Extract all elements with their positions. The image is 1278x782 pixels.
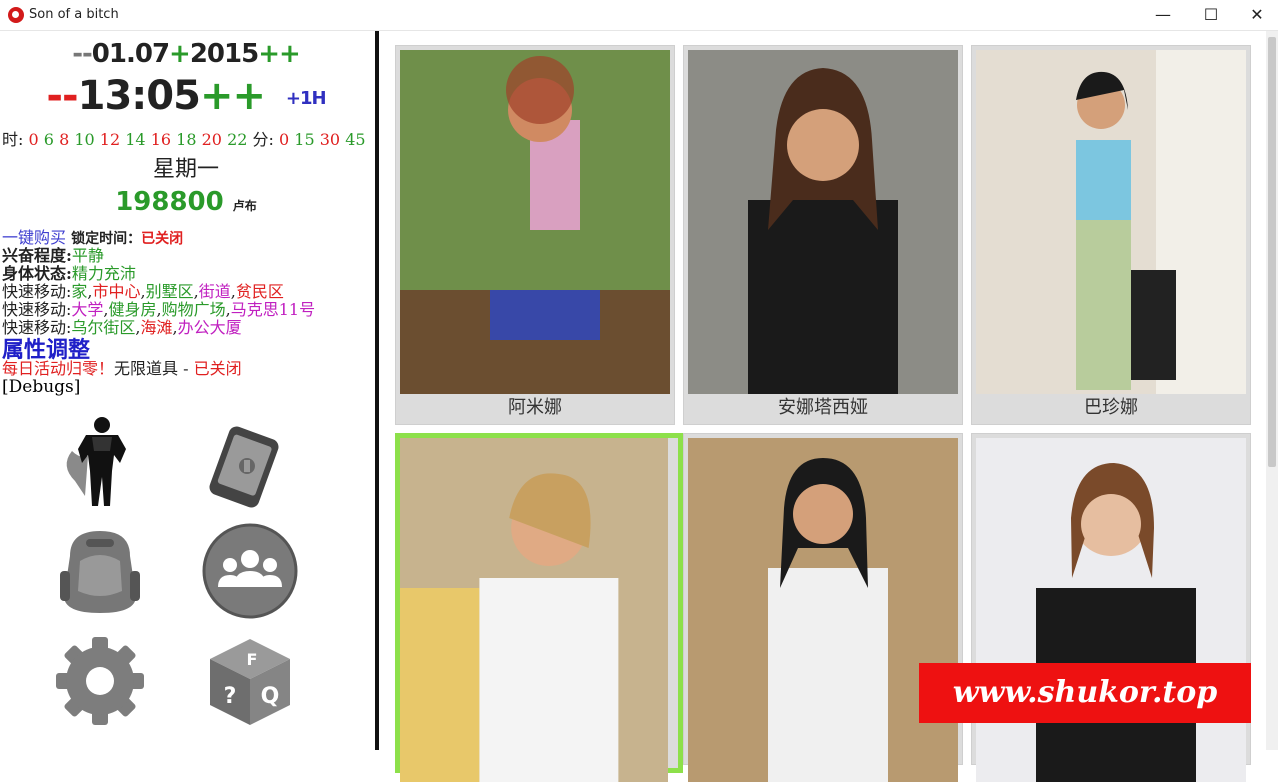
faq-cube-icon[interactable]: F ? Q	[200, 631, 300, 731]
travel-downtown[interactable]: 市中心	[93, 282, 141, 301]
time-back-button[interactable]: --	[46, 73, 78, 119]
excitement-value: 平静	[71, 246, 104, 265]
hour-option[interactable]: 8	[59, 130, 69, 149]
fast-travel-label: 快速移动:	[2, 300, 72, 319]
time-forward-button[interactable]: ++	[200, 73, 266, 119]
panel-divider	[375, 31, 379, 750]
infinite-items-label: 无限道具 -	[114, 359, 194, 378]
character-portrait	[688, 438, 958, 782]
lock-time-label: 锁定时间：	[71, 231, 142, 247]
time-display: --13:05++ +1H	[0, 73, 372, 119]
watermark: www.shukor.top	[919, 663, 1251, 723]
character-card-selected[interactable]	[395, 433, 683, 782]
hour-option[interactable]: 10	[74, 130, 94, 149]
hour-option[interactable]: 6	[44, 130, 54, 149]
lock-time-toggle[interactable]: 已关闭	[141, 231, 183, 247]
character-portrait	[400, 50, 670, 394]
scrollbar[interactable]	[1266, 31, 1278, 750]
fast-travel-line-3: 快速移动:乌尔街区,海滩,办公大厦	[2, 318, 242, 337]
body-line: 身体状态:精力充沛	[2, 265, 136, 283]
body-value: 精力充沛	[71, 264, 136, 283]
travel-street[interactable]: 街道	[199, 282, 231, 301]
date-back-button[interactable]: --	[72, 39, 93, 69]
character-card-amina[interactable]: 阿米娜	[395, 45, 675, 425]
fast-travel-label: 快速移动:	[2, 318, 72, 337]
travel-ul-district[interactable]: 乌尔街区	[71, 318, 135, 337]
character-card-anastasia[interactable]: 安娜塔西娅	[683, 45, 963, 425]
money-unit: 卢布	[232, 199, 257, 213]
year-value: 2015	[189, 39, 259, 69]
travel-office[interactable]: 办公大厦	[178, 318, 242, 337]
minimize-button[interactable]: —	[1140, 0, 1186, 30]
status-panel: --01.07+2015++ --13:05++ +1H 时: 0 6 8 10…	[0, 31, 372, 750]
hour-selector: 时: 0 6 8 10 12 14 16 18 20 22 分: 0 15 30…	[2, 126, 374, 150]
character-portrait	[976, 50, 1246, 394]
buy-all-button[interactable]: 一键购买	[2, 228, 66, 247]
hour-option[interactable]: 0	[29, 130, 39, 149]
minute-option[interactable]: 30	[320, 130, 340, 149]
fast-travel-label: 快速移动:	[2, 282, 72, 301]
travel-slum[interactable]: 贫民区	[236, 282, 284, 301]
phone-icon[interactable]	[200, 411, 300, 511]
hour-option[interactable]: 22	[227, 130, 247, 149]
character-portrait	[688, 50, 958, 394]
weekday: 星期一	[152, 157, 219, 182]
travel-gym[interactable]: 健身房	[109, 300, 157, 319]
debugs-link[interactable]: [Debugs]	[2, 378, 80, 396]
travel-mall[interactable]: 购物广场	[162, 300, 226, 319]
character-portrait	[400, 438, 668, 782]
skip-hour-button[interactable]: +1H	[286, 88, 327, 109]
minute-option[interactable]: 0	[279, 130, 289, 149]
travel-marx-11[interactable]: 马克思11号	[231, 300, 315, 319]
daily-reset-button[interactable]: 每日活动归零！	[2, 359, 114, 378]
money-display: 198800 卢布	[0, 187, 372, 217]
hour-option[interactable]: 12	[100, 130, 120, 149]
date-forward-button[interactable]: +	[169, 39, 191, 69]
svg-text:F: F	[247, 650, 258, 669]
window-title: Son of a bitch	[29, 7, 119, 22]
group-icon[interactable]	[200, 521, 300, 621]
hour-option[interactable]: 16	[151, 130, 171, 149]
character-card-bazhena[interactable]: 巴珍娜	[971, 45, 1251, 425]
close-button[interactable]: ✕	[1234, 0, 1278, 30]
svg-text:Q: Q	[261, 684, 280, 709]
title-bar: Son of a bitch — ☐ ✕	[0, 0, 1278, 31]
year-forward-button[interactable]: ++	[258, 39, 301, 69]
money-amount: 198800	[115, 187, 224, 217]
travel-villa[interactable]: 别墅区	[146, 282, 194, 301]
svg-text:?: ?	[224, 684, 237, 709]
character-name: 巴珍娜	[1084, 397, 1138, 418]
maximize-button[interactable]: ☐	[1188, 0, 1234, 30]
scroll-thumb[interactable]	[1268, 37, 1276, 467]
fast-travel-line-2: 快速移动:大学,健身房,购物广场,马克思11号	[2, 300, 316, 319]
date-value: 01.07	[91, 39, 170, 69]
infinite-items-toggle[interactable]: 已关闭	[194, 359, 242, 378]
excitement-line: 兴奋程度:平静	[2, 247, 104, 265]
fast-travel-line-1: 快速移动:家,市中心,别墅区,街道,贫民区	[2, 282, 284, 301]
hero-icon[interactable]	[50, 411, 150, 511]
backpack-icon[interactable]	[50, 521, 150, 621]
date-display: --01.07+2015++	[0, 39, 372, 69]
daily-line: 每日活动归零！无限道具 - 已关闭	[2, 360, 242, 378]
travel-university[interactable]: 大学	[71, 300, 103, 319]
hour-option[interactable]: 14	[125, 130, 145, 149]
character-name: 安娜塔西娅	[778, 397, 868, 418]
hour-option[interactable]: 20	[202, 130, 222, 149]
character-portrait	[976, 438, 1246, 782]
minute-option[interactable]: 45	[345, 130, 365, 149]
hour-option[interactable]: 18	[176, 130, 196, 149]
minute-label: 分:	[252, 130, 274, 149]
character-name: 阿米娜	[508, 397, 562, 418]
app-logo-icon	[8, 7, 24, 23]
time-value: 13:05	[77, 73, 201, 119]
travel-home[interactable]: 家	[71, 282, 87, 301]
travel-beach[interactable]: 海滩	[141, 318, 173, 337]
hour-label: 时:	[2, 130, 24, 149]
excitement-label: 兴奋程度:	[2, 246, 72, 265]
gear-icon[interactable]	[50, 631, 150, 731]
minute-option[interactable]: 15	[294, 130, 314, 149]
body-label: 身体状态:	[2, 264, 72, 283]
